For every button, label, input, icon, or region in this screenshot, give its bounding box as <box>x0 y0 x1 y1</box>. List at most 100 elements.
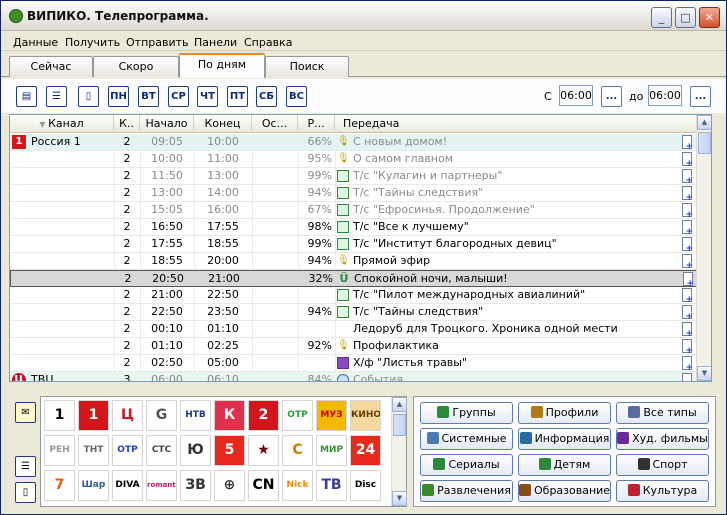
tab-soon[interactable]: Скоро <box>93 56 179 77</box>
day-mon-button[interactable]: ПН <box>108 86 129 107</box>
channel-logo-2-9[interactable]: Disc <box>350 470 381 501</box>
channel-logo-0-0[interactable]: 1 <box>44 400 75 431</box>
channel-logo-2-7[interactable]: Nick <box>282 470 313 501</box>
channel-logo-0-8[interactable]: МУЗ <box>316 400 347 431</box>
channel-logo-0-7[interactable]: ОТР <box>282 400 313 431</box>
channel-logo-2-3[interactable]: romantica <box>146 470 177 501</box>
channel-logo-0-5[interactable]: К <box>214 400 245 431</box>
add-reminder-icon[interactable] <box>682 288 693 305</box>
add-reminder-icon[interactable] <box>682 322 693 339</box>
from-time-input[interactable]: 06:00 <box>559 85 593 106</box>
channel-scroll-down-icon[interactable]: ▼ <box>392 491 407 506</box>
channel-scrollbar[interactable]: ▲ ▼ <box>391 397 407 506</box>
channel-logo-0-3[interactable]: G <box>146 400 177 431</box>
table-row[interactable]: 2 11:50 13:00 99% Т/с "Кулагин и партнеры" <box>10 168 698 186</box>
col-k[interactable]: К.. <box>114 115 140 133</box>
add-reminder-icon[interactable] <box>682 186 693 203</box>
minimize-button[interactable]: _ <box>651 7 672 28</box>
menu-help[interactable]: Справка <box>244 36 292 49</box>
col-end[interactable]: Конец <box>194 115 252 133</box>
add-reminder-icon[interactable] <box>682 220 693 237</box>
tab-search[interactable]: Поиск <box>265 56 349 77</box>
channel-logo-0-1[interactable]: 1 <box>78 400 109 431</box>
channel-logo-1-3[interactable]: СТС <box>146 435 177 466</box>
tab-now[interactable]: Сейчас <box>9 56 93 77</box>
table-row[interactable]: 2 13:00 14:00 94% Т/с "Тайны следствия" <box>10 185 698 203</box>
table-row[interactable]: 2 17:55 18:55 99% Т/с "Институт благородных … <box>10 236 698 254</box>
channel-logo-2-5[interactable]: ⊕ <box>214 470 245 501</box>
channel-logo-1-5[interactable]: 5 <box>214 435 245 466</box>
channel-scroll-up-icon[interactable]: ▲ <box>392 397 407 412</box>
col-remaining[interactable]: Ос... <box>252 115 298 133</box>
day-tue-button[interactable]: ВТ <box>138 86 159 107</box>
table-row[interactable]: 2 18:55 20:00 94% 🎙 Прямой эфир <box>10 253 698 271</box>
table-row[interactable]: 1 Россия 1 2 09:05 10:00 66% 🎙 С новым домом! <box>10 134 698 152</box>
channel-logo-0-9[interactable]: КИНО <box>350 400 381 431</box>
channel-logo-1-8[interactable]: МИР <box>316 435 347 466</box>
menu-get[interactable]: Получить <box>65 36 120 49</box>
add-reminder-icon[interactable] <box>682 237 693 254</box>
to-picker-button[interactable]: ... <box>690 86 711 107</box>
add-reminder-icon[interactable] <box>682 254 693 271</box>
table-row[interactable]: 2 02:50 05:00 Х/ф "Листья травы" <box>10 355 698 373</box>
add-reminder-icon[interactable] <box>682 152 693 169</box>
table-row[interactable]: 2 00:10 01:10 Ледоруб для Троцкого. Хроника… <box>10 321 698 339</box>
category-profiles-button[interactable]: Профили <box>518 402 611 424</box>
add-reminder-icon[interactable] <box>683 272 694 289</box>
category-education-button[interactable]: Образование <box>518 480 611 502</box>
close-button[interactable]: ✕ <box>699 7 720 28</box>
to-time-input[interactable]: 06:00 <box>648 85 682 106</box>
channel-logo-1-2[interactable]: ОТР <box>112 435 143 466</box>
add-reminder-icon[interactable] <box>682 356 693 373</box>
favorites-icon[interactable]: ✉ <box>15 402 36 423</box>
category-culture-button[interactable]: Культура <box>616 480 709 502</box>
add-reminder-icon[interactable] <box>682 203 693 220</box>
checklist-icon[interactable]: ☰ <box>46 86 67 107</box>
add-reminder-icon[interactable] <box>682 373 693 381</box>
table-row[interactable]: 2 16:50 17:55 98% Т/с "Все к лучшему" <box>10 219 698 237</box>
day-sun-button[interactable]: ВС <box>286 86 307 107</box>
day-thu-button[interactable]: ЧТ <box>197 86 218 107</box>
channel-logo-0-4[interactable]: НТВ <box>180 400 211 431</box>
day-sat-button[interactable]: СБ <box>256 86 277 107</box>
scroll-up-icon[interactable]: ▲ <box>697 115 711 130</box>
channel-list-icon[interactable]: ☰ <box>15 456 36 477</box>
channel-logo-2-6[interactable]: CN <box>248 470 279 501</box>
table-row[interactable]: 2 21:00 22:50 Т/с "Пилот международных авиа… <box>10 287 698 305</box>
from-picker-button[interactable]: ... <box>601 86 622 107</box>
category-all-types-button[interactable]: Все типы <box>616 402 709 424</box>
category-system-button[interactable]: Системные <box>420 428 513 450</box>
col-channel[interactable]: ▼ Канал <box>10 115 114 133</box>
category-groups-button[interactable]: Группы <box>420 402 513 424</box>
table-row[interactable]: 2 10:00 11:00 95% 🎙 О самом главном <box>10 151 698 169</box>
channel-logo-1-4[interactable]: Ю <box>180 435 211 466</box>
add-reminder-icon[interactable] <box>682 135 693 152</box>
category-kids-button[interactable]: Детям <box>518 454 611 476</box>
tab-by-days[interactable]: По дням <box>179 53 265 78</box>
channel-logo-1-7[interactable]: С <box>282 435 313 466</box>
channel-logo-1-6[interactable]: ★ <box>248 435 279 466</box>
channel-logo-2-4[interactable]: ЗВ <box>180 470 211 501</box>
col-program[interactable]: Передача <box>335 115 698 133</box>
scroll-down-icon[interactable]: ▼ <box>697 366 711 381</box>
category-entertainment-button[interactable]: Развлечения <box>420 480 513 502</box>
table-row[interactable]: 2 22:50 23:50 94% Т/с "Тайны следствия" <box>10 304 698 322</box>
tv-guide-icon[interactable]: ▤ <box>16 86 37 107</box>
table-row[interactable]: 2 15:05 16:00 67% Т/с "Ефросинья. Продолжени… <box>10 202 698 220</box>
channel-logo-1-1[interactable]: ТНТ <box>78 435 109 466</box>
category-series-button[interactable]: Сериалы <box>420 454 513 476</box>
scroll-thumb[interactable] <box>698 132 711 154</box>
category-information-button[interactable]: Информация <box>518 428 611 450</box>
grid-scrollbar[interactable]: ▲ ▼ <box>696 115 711 381</box>
table-row[interactable]: 2 01:10 02:25 92% 🎙 Профилактика <box>10 338 698 356</box>
add-reminder-icon[interactable] <box>682 339 693 356</box>
table-row[interactable]: 2 20:50 21:00 32% Ü Спокойной ночи, малыши! <box>10 270 698 289</box>
add-reminder-icon[interactable] <box>682 305 693 322</box>
day-wed-button[interactable]: СР <box>168 86 189 107</box>
channel-logo-1-9[interactable]: 24 <box>350 435 381 466</box>
channel-logo-0-6[interactable]: 2 <box>248 400 279 431</box>
channel-logo-2-2[interactable]: DIVA <box>112 470 143 501</box>
channel-logo-0-2[interactable]: Ц <box>112 400 143 431</box>
maximize-button[interactable]: □ <box>675 7 696 28</box>
page-icon[interactable]: ▯ <box>78 86 99 107</box>
